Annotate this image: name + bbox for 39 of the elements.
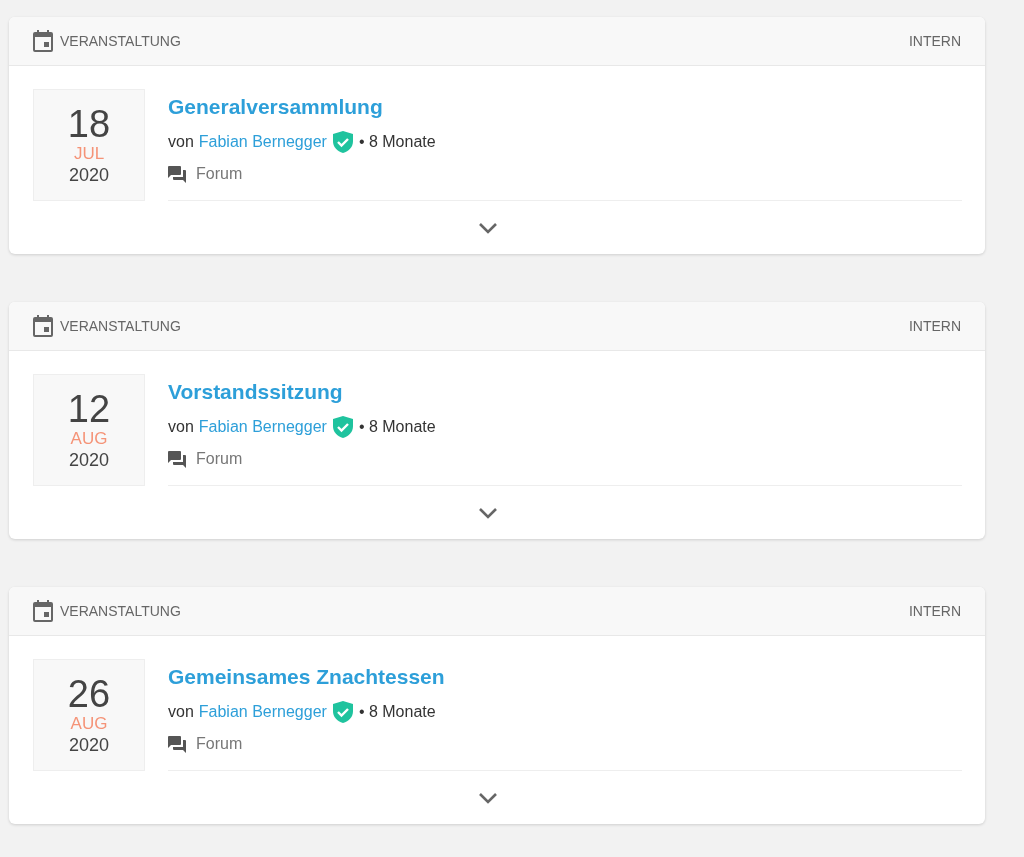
date-day: 18 <box>67 104 111 144</box>
category-label: VERANSTALTUNG <box>60 601 181 621</box>
post-age: • 8 Monate <box>358 702 436 722</box>
post-age: • 8 Monate <box>358 132 436 152</box>
visibility-label: INTERN <box>908 31 961 51</box>
chat-icon <box>168 735 186 753</box>
date-year: 2020 <box>68 164 109 186</box>
date-day: 26 <box>67 674 111 714</box>
forum-link[interactable]: Forum <box>196 162 243 186</box>
date-year: 2020 <box>68 734 109 756</box>
date-month: JUL <box>73 144 105 164</box>
visibility-label: INTERN <box>908 601 961 621</box>
forum-link[interactable]: Forum <box>196 447 243 471</box>
chevron-down-icon <box>477 791 498 804</box>
date-day: 12 <box>67 389 111 429</box>
chevron-down-icon <box>477 221 498 234</box>
author-link[interactable]: Fabian Bernegger <box>198 700 327 724</box>
event-title-link[interactable]: Generalversammlung <box>168 94 383 120</box>
visibility-label: INTERN <box>908 316 961 336</box>
forum-link[interactable]: Forum <box>196 732 243 756</box>
author-link[interactable]: Fabian Bernegger <box>198 130 327 154</box>
category-label: VERANSTALTUNG <box>60 31 181 51</box>
date-year: 2020 <box>68 449 109 471</box>
post-age: • 8 Monate <box>358 417 436 437</box>
chevron-down-icon <box>477 506 498 519</box>
author-link[interactable]: Fabian Bernegger <box>198 415 327 439</box>
chat-icon <box>168 165 186 183</box>
calendar-icon <box>33 315 53 337</box>
calendar-icon <box>33 600 53 622</box>
event-title-link[interactable]: Gemeinsames Znachtessen <box>168 664 445 690</box>
by-text: von <box>168 702 194 722</box>
calendar-icon <box>33 30 53 52</box>
date-month: AUG <box>70 714 108 734</box>
category-label: VERANSTALTUNG <box>60 316 181 336</box>
event-title-link[interactable]: Vorstandssitzung <box>168 379 343 405</box>
date-month: AUG <box>70 429 108 449</box>
chat-icon <box>168 450 186 468</box>
by-text: von <box>168 132 194 152</box>
by-text: von <box>168 417 194 437</box>
